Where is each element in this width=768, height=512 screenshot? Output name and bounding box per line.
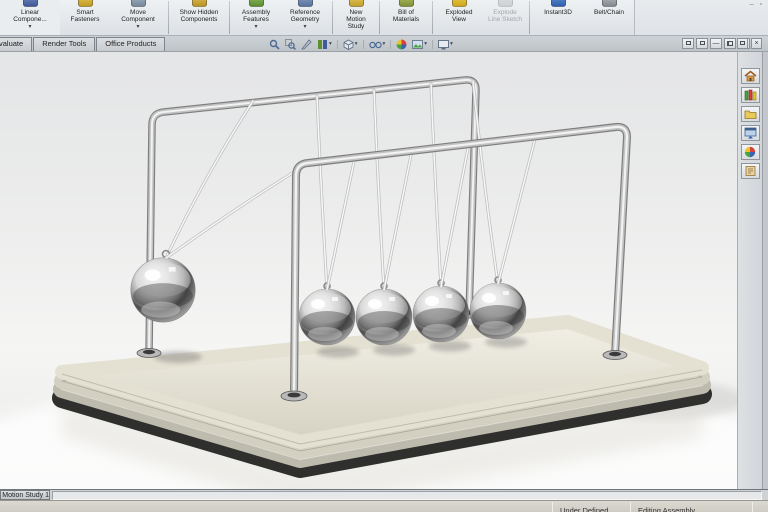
- move-component-icon: [130, 0, 146, 7]
- instant3d-icon: [550, 0, 566, 7]
- ribbon-group-separator: [379, 1, 380, 34]
- task-pane-controls: ×: [737, 38, 762, 49]
- design-library-icon[interactable]: [740, 87, 760, 103]
- hide-show-items-icon[interactable]: ▾: [368, 38, 387, 50]
- edit-appearance-icon[interactable]: [395, 38, 408, 50]
- ribbon-tabs: Evaluate Render Tools Office Products: [0, 37, 166, 51]
- newtons-cradle-model: [0, 52, 737, 489]
- chevron-down-icon: ▾: [329, 41, 332, 47]
- new-motion-study-icon: [348, 0, 364, 7]
- zoom-to-area-icon[interactable]: [284, 38, 297, 50]
- ribbon: Linear Compone... ▾ Smart Fasteners Move…: [0, 0, 768, 36]
- apply-scene-icon[interactable]: ▾: [411, 38, 428, 50]
- status-separator: [630, 502, 631, 512]
- heads-up-view-toolbar: ▾ ▾ ▾ ▾ ▾: [268, 38, 454, 50]
- ribbon-item-show-hidden-components[interactable]: Show Hidden Components: [171, 0, 227, 35]
- tab-motion-study[interactable]: Motion Study 1: [0, 490, 50, 500]
- status-state: Under Defined: [560, 506, 609, 512]
- minimize-button[interactable]: —: [710, 38, 722, 49]
- ribbon-group-separator: [529, 1, 530, 34]
- appearances-scenes-icon[interactable]: [740, 144, 760, 160]
- chevron-down-icon: ▾: [382, 41, 386, 47]
- solidworks-window: Linear Compone... ▾ Smart Fasteners Move…: [0, 0, 768, 512]
- app-window-controls-fragment: – ▫: [749, 1, 764, 8]
- explode-line-sketch-icon: [497, 0, 513, 7]
- ribbon-item-move-component[interactable]: Move Component ▾: [110, 0, 166, 35]
- ribbon-item-assembly-features[interactable]: Assembly Features ▾: [232, 0, 280, 35]
- status-separator: [552, 502, 553, 512]
- tab-render-tools[interactable]: Render Tools: [33, 37, 96, 51]
- graphics-area[interactable]: [0, 52, 737, 489]
- task-pane-edge[interactable]: [762, 52, 768, 489]
- view-orientation-icon[interactable]: ▾: [316, 38, 333, 50]
- ribbon-item-explode-line-sketch: Explode Line Sketch: [483, 0, 527, 35]
- status-bar: Under Defined Editing Assembly: [0, 500, 768, 512]
- solidworks-resources-icon[interactable]: [740, 68, 760, 84]
- status-separator: [752, 502, 753, 512]
- toolbar-separator: [336, 39, 338, 49]
- window-menu-button-2[interactable]: [696, 38, 708, 49]
- restore-button[interactable]: [724, 38, 736, 49]
- exploded-view-icon: [451, 0, 467, 7]
- assembly-features-icon: [248, 0, 264, 7]
- chevron-down-icon[interactable]: ▾: [136, 24, 139, 30]
- ribbon-item-reference-geometry[interactable]: Reference Geometry ▾: [280, 0, 330, 35]
- display-style-icon[interactable]: ▾: [342, 38, 359, 50]
- raised-ball: [130, 257, 196, 323]
- ribbon-empty-area: – ▫: [634, 0, 768, 35]
- view-palette-icon[interactable]: [740, 125, 760, 141]
- ribbon-item-bill-of-materials[interactable]: Bill of Materials: [382, 0, 430, 35]
- custom-properties-icon[interactable]: [740, 163, 760, 179]
- view-settings-icon[interactable]: ▾: [437, 38, 454, 50]
- smart-fasteners-icon: [77, 0, 93, 7]
- chevron-down-icon[interactable]: ▾: [28, 24, 31, 30]
- chevron-down-icon: ▾: [354, 41, 358, 47]
- chevron-down-icon: ▾: [424, 41, 428, 47]
- ribbon-group-separator: [432, 1, 433, 34]
- belt-chain-icon: [601, 0, 617, 7]
- toolbar-separator: [390, 39, 392, 49]
- toolbar-separator: [432, 39, 434, 49]
- section-view-icon[interactable]: [300, 38, 313, 50]
- model-tabs-bar: Motion Study 1: [0, 489, 768, 500]
- file-explorer-icon[interactable]: [740, 106, 760, 122]
- main-area: [0, 52, 768, 489]
- ribbon-item-exploded-view[interactable]: Exploded View: [435, 0, 483, 35]
- show-hidden-components-icon: [191, 0, 207, 7]
- ribbon-item-new-motion-study[interactable]: New Motion Study: [335, 0, 377, 35]
- tab-evaluate[interactable]: Evaluate: [0, 37, 33, 51]
- ribbon-group-separator: [332, 1, 333, 34]
- command-tab-bar: Evaluate Render Tools Office Products ▾ …: [0, 36, 768, 52]
- window-menu-button[interactable]: [682, 38, 694, 49]
- ribbon-item-instant3d[interactable]: Instant3D: [532, 0, 584, 35]
- ribbon-item-smart-fasteners[interactable]: Smart Fasteners: [60, 0, 110, 35]
- linear-component-icon: [22, 0, 38, 7]
- status-mode: Editing Assembly: [638, 506, 696, 512]
- ribbon-item-linear-component[interactable]: Linear Compone... ▾: [0, 0, 60, 35]
- chevron-down-icon[interactable]: ▾: [303, 24, 306, 30]
- chevron-down-icon: ▾: [450, 41, 453, 47]
- reference-geometry-icon: [297, 0, 313, 7]
- bill-of-materials-icon: [398, 0, 414, 7]
- pane-close-button[interactable]: ×: [751, 38, 762, 49]
- ribbon-item-belt-chain[interactable]: Belt/Chain: [584, 0, 634, 35]
- chevron-down-icon[interactable]: ▾: [254, 24, 257, 30]
- pane-pin-button[interactable]: [737, 38, 748, 49]
- task-pane-tab-strip: [737, 52, 762, 489]
- ribbon-group-separator: [229, 1, 230, 34]
- ribbon-group-separator: [168, 1, 169, 34]
- toolbar-separator: [362, 39, 364, 49]
- horizontal-scrollbar-track[interactable]: [52, 490, 762, 500]
- zoom-to-fit-icon[interactable]: [268, 38, 281, 50]
- tab-office-products[interactable]: Office Products: [96, 37, 166, 51]
